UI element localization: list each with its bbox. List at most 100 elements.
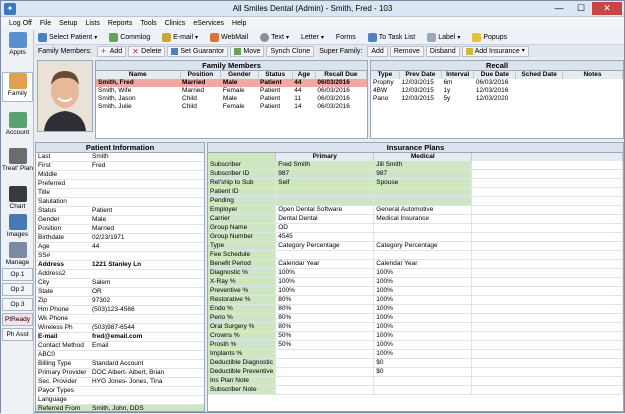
- insurance-row[interactable]: Endo % 80% 100%: [208, 304, 623, 314]
- insurance-row[interactable]: Diagnostic % 100% 100%: [208, 268, 623, 278]
- insurance-row[interactable]: Patient ID: [208, 187, 623, 197]
- set-guarantor-button[interactable]: Set Guarantor: [167, 45, 229, 57]
- ph-asst-button[interactable]: Ph Asst: [2, 328, 33, 341]
- patient-info-row[interactable]: Salutation: [36, 197, 204, 207]
- insurance-row[interactable]: Group Name OD: [208, 223, 623, 233]
- col-type[interactable]: Type: [371, 71, 400, 79]
- nav-family[interactable]: Family: [2, 72, 33, 102]
- email-button[interactable]: E-mail ▾: [159, 31, 201, 44]
- patient-info-row[interactable]: Zip 97302: [36, 296, 204, 306]
- insurance-row[interactable]: Prosth % 50% 100%: [208, 340, 623, 350]
- remove-button[interactable]: Remove: [389, 45, 424, 57]
- menu-setup[interactable]: Setup: [59, 20, 77, 27]
- letter-button[interactable]: Letter ▾: [298, 32, 327, 43]
- insurance-row[interactable]: Rel'ship to Sub Self Spouse: [208, 178, 623, 188]
- patient-info-row[interactable]: Middle: [36, 170, 204, 180]
- col-gender[interactable]: Gender: [220, 71, 259, 79]
- patient-info-row[interactable]: Sec. Provider HYG Jones- Jones, Tina: [36, 377, 204, 387]
- insurance-row[interactable]: Crowns % 50% 100%: [208, 331, 623, 341]
- insurance-row[interactable]: Oral Surgery % 80% 100%: [208, 322, 623, 332]
- insurance-row[interactable]: Employer Open Dental Software General Auto…: [208, 205, 623, 215]
- add-family-button[interactable]: + Add: [96, 45, 127, 57]
- close-button[interactable]: ✕: [592, 2, 622, 15]
- patient-info-row[interactable]: Last Smith: [36, 153, 204, 162]
- patient-info-row[interactable]: State OR: [36, 287, 204, 297]
- menu-help[interactable]: Help: [232, 20, 246, 27]
- insurance-row[interactable]: Deductible Diagnostic $0: [208, 358, 623, 368]
- col-due-date[interactable]: Due Date: [473, 71, 517, 79]
- patient-info-row[interactable]: City Salem: [36, 278, 204, 288]
- nav-account[interactable]: Account: [2, 112, 33, 140]
- insurance-row[interactable]: Implants % 100%: [208, 349, 623, 359]
- super-family-add-button[interactable]: Add: [367, 45, 388, 57]
- popups-button[interactable]: Popups: [469, 31, 510, 44]
- insurance-row[interactable]: Subscriber ID 987 987: [208, 169, 623, 179]
- patient-info-row[interactable]: E-mail fred@email.com: [36, 332, 204, 342]
- nav-appts[interactable]: Appts: [2, 32, 33, 61]
- chevron-down-icon[interactable]: ▾: [522, 46, 525, 57]
- col-sched-date[interactable]: Sched Date: [515, 71, 563, 79]
- table-row[interactable]: Smith, Fred Married Male Patient 44 06/03/201…: [96, 79, 367, 87]
- op-2-button[interactable]: Op 2: [2, 283, 33, 296]
- minimize-button[interactable]: —: [548, 2, 570, 15]
- insurance-row[interactable]: Subscriber Fred Smith Jill Smith: [208, 161, 623, 170]
- table-row[interactable]: Smith, Wife Married Female Patient 44 06/03/2…: [96, 87, 367, 95]
- insurance-row[interactable]: X-Ray % 100% 100%: [208, 277, 623, 287]
- patient-info-row[interactable]: Gender Male: [36, 215, 204, 225]
- patient-info-row[interactable]: Language: [36, 395, 204, 405]
- chevron-down-icon[interactable]: ▾: [94, 34, 97, 41]
- patient-info-row[interactable]: Wk Phone: [36, 314, 204, 324]
- menu-tools[interactable]: Tools: [140, 20, 156, 27]
- insurance-row[interactable]: Group Number 4545: [208, 232, 623, 242]
- table-row[interactable]: 4BW 12/03/2015 1y 12/03/2016: [371, 87, 623, 95]
- patient-info-row[interactable]: Referred From Smith, John, DDS: [36, 404, 204, 411]
- text-button[interactable]: Text ▾: [257, 31, 292, 44]
- to-task-list-button[interactable]: To Task List: [365, 31, 418, 44]
- col-name[interactable]: Name: [96, 71, 181, 79]
- table-row[interactable]: Pano 12/03/2015 5y 12/03/2020: [371, 95, 623, 103]
- menu-clinics[interactable]: Clinics: [165, 20, 186, 27]
- col-age[interactable]: Age: [292, 71, 316, 79]
- webmail-button[interactable]: WebMail: [207, 31, 251, 44]
- chevron-down-icon[interactable]: ▾: [457, 34, 460, 41]
- menu-reports[interactable]: Reports: [108, 20, 133, 27]
- table-row[interactable]: Smith, Jason Child Male Patient 11 06/03/2016: [96, 95, 367, 103]
- op-1-button[interactable]: Op 1: [2, 268, 33, 281]
- chevron-down-icon[interactable]: ▾: [286, 34, 289, 41]
- select-patient-button[interactable]: Select Patient ▾: [35, 31, 100, 44]
- insurance-row[interactable]: Perio % 80% 100%: [208, 313, 623, 323]
- patient-info-row[interactable]: Age 44: [36, 242, 204, 252]
- menu-file[interactable]: File: [40, 20, 51, 27]
- op-3-button[interactable]: Op 3: [2, 298, 33, 311]
- maximize-button[interactable]: ☐: [570, 2, 592, 15]
- patient-info-row[interactable]: First Fred: [36, 161, 204, 171]
- insurance-row[interactable]: Preventive % 100% 100%: [208, 286, 623, 296]
- label-button[interactable]: Label ▾: [424, 31, 463, 44]
- forms-button[interactable]: Forms: [333, 32, 359, 43]
- insurance-row[interactable]: Deductible Preventive $0: [208, 367, 623, 377]
- nav-treat-plan[interactable]: Treat' Plan: [2, 148, 33, 180]
- insurance-row[interactable]: Fee Schedule: [208, 250, 623, 260]
- add-insurance-button[interactable]: Add Insurance ▾: [461, 45, 529, 57]
- col-recall-due[interactable]: Recall Due: [315, 71, 368, 79]
- patient-info-row[interactable]: Position Married: [36, 224, 204, 234]
- nav-chart[interactable]: Chart: [2, 186, 33, 212]
- col-medical[interactable]: Medical: [373, 153, 473, 161]
- insurance-row[interactable]: Pending: [208, 196, 623, 206]
- insurance-row[interactable]: Ins Plan Note: [208, 376, 623, 386]
- chevron-down-icon[interactable]: ▾: [321, 34, 324, 41]
- patient-info-row[interactable]: ABC0: [36, 350, 204, 360]
- patient-info-row[interactable]: Payor Types: [36, 386, 204, 396]
- patient-info-row[interactable]: Billing Type Standard Account: [36, 359, 204, 369]
- synch-clone-button[interactable]: Synch Clone: [266, 45, 315, 57]
- col-status[interactable]: Status: [258, 71, 293, 79]
- patient-info-row[interactable]: Address2: [36, 269, 204, 279]
- col-position[interactable]: Position: [180, 71, 222, 79]
- col-primary[interactable]: Primary: [275, 153, 375, 161]
- ptready-button[interactable]: PtReady: [2, 313, 33, 326]
- chevron-down-icon[interactable]: ▾: [195, 34, 198, 41]
- menu-log-off[interactable]: Log Off: [9, 20, 32, 27]
- nav-manage[interactable]: Manage: [2, 242, 33, 268]
- insurance-row[interactable]: Subscriber Note: [208, 385, 623, 395]
- menu-eservices[interactable]: eServices: [193, 20, 224, 27]
